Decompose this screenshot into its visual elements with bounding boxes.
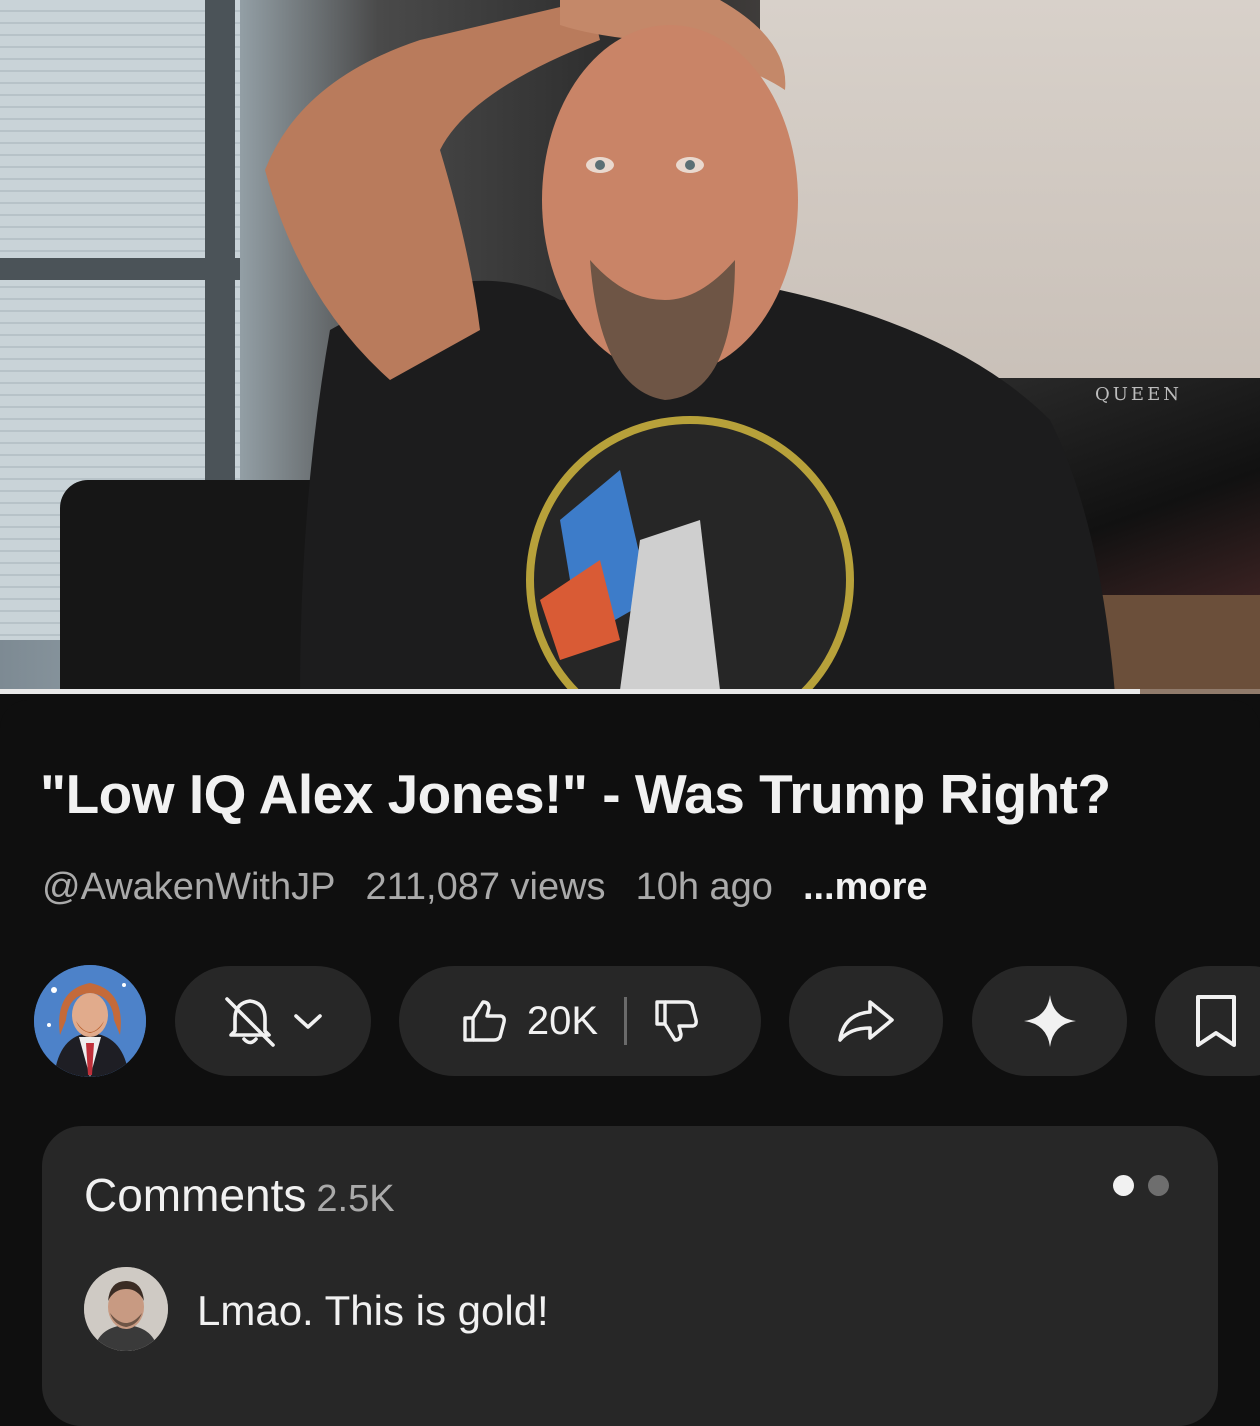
video-player[interactable]: QUEEN — [0, 0, 1260, 694]
comments-label: Comments — [84, 1169, 307, 1221]
like-dislike-group: 20K — [399, 966, 761, 1076]
like-divider — [624, 997, 628, 1045]
more-link[interactable]: ...more — [803, 866, 928, 908]
video-subject-figure — [265, 0, 1115, 694]
pager-dot-active — [1113, 1175, 1134, 1196]
chevron-down-icon — [291, 1010, 325, 1032]
save-button[interactable] — [1155, 966, 1260, 1076]
view-count: 211,087 views — [365, 866, 606, 908]
comments-count: 2.5K — [316, 1178, 395, 1220]
subscription-bell-button[interactable] — [175, 966, 371, 1076]
sparkle-icon — [1022, 993, 1078, 1049]
comments-heading: Comments 2.5K — [84, 1168, 395, 1222]
video-title[interactable]: "Low IQ Alex Jones!" - Was Trump Right? — [40, 762, 1230, 826]
bookmark-icon — [1193, 993, 1239, 1049]
top-comment-text: Lmao. This is gold! — [197, 1287, 549, 1334]
channel-avatar[interactable] — [34, 965, 146, 1077]
thumbs-up-icon[interactable] — [459, 996, 509, 1046]
pager-dot — [1148, 1175, 1169, 1196]
share-button[interactable] — [789, 966, 943, 1076]
share-arrow-icon — [836, 996, 896, 1046]
commenter-avatar[interactable] — [84, 1267, 168, 1351]
progress-fill — [0, 689, 1141, 694]
ask-button[interactable] — [972, 966, 1127, 1076]
channel-handle[interactable]: @AwakenWithJP — [42, 866, 335, 908]
like-count[interactable]: 20K — [527, 999, 598, 1044]
video-meta[interactable]: @AwakenWithJP 211,087 views 10h ago ...more — [42, 866, 928, 909]
bell-off-icon — [221, 993, 283, 1049]
upload-age: 10h ago — [635, 866, 773, 908]
thumbs-down-icon[interactable] — [651, 996, 701, 1046]
